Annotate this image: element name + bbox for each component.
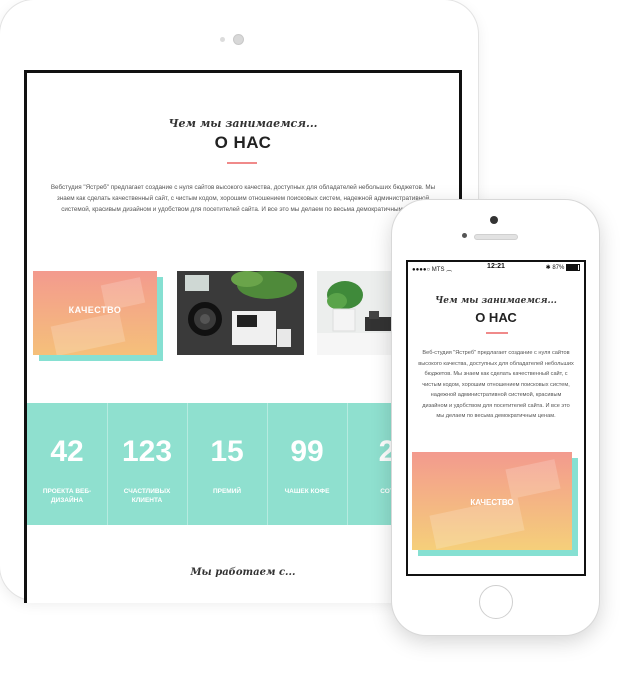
home-button[interactable] [479,585,513,619]
section-title: О НАС [214,133,272,152]
phone-screen: ●●●●○ MTS ︵ 12:21 ✱ 87% Чем мы занимаемс… [406,260,586,576]
quality-card-label: КАЧЕСТВО [68,305,122,315]
quality-card[interactable]: КАЧЕСТВО [412,452,572,550]
desk-photo-headphones[interactable] [177,271,304,355]
quality-card[interactable]: КАЧЕСТВО [33,271,157,355]
phone-speaker [474,234,518,240]
title-underline [227,162,257,164]
stat-clients: 123 СЧАСТЛИВЫХ КЛИЕНТА [107,403,188,525]
stat-caption: ПРОЕКТА ВЕБ-ДИЗАЙНА [42,488,92,504]
title-underline [486,332,508,334]
stat-number: 15 [210,435,244,468]
stat-caption: СЧАСТЛИВЫХ КЛИЕНТА [123,488,171,504]
tablet-sensor [220,37,225,42]
desk-photo-image [177,271,304,355]
stat-number: 42 [50,435,84,468]
about-paragraph: Веб-студия "Ястреб" предлагает создание … [418,350,574,419]
section-subtitle: Чем мы занимаемся... [168,117,318,130]
about-paragraph: Вебстудия "Ястреб" предлагает создание с… [50,184,436,213]
status-bar: ●●●●○ MTS ︵ 12:21 ✱ 87% [408,262,584,274]
quality-card-label: КАЧЕСТВО [470,498,514,507]
stat-caption: ПРЕМИЙ [212,488,242,495]
section-title: О НАС [475,310,517,325]
stat-caption: ЧАШЕК КОФЕ [284,488,330,495]
bluetooth-icon: ✱ [545,265,551,272]
battery-icon [566,264,580,271]
stat-projects: 42 ПРОЕКТА ВЕБ-ДИЗАЙНА [27,403,108,525]
phone-sensor [462,233,467,238]
battery-percent: 87% [552,265,565,272]
tablet-camera [233,34,244,45]
stat-number: 123 [121,435,173,468]
phone-device: ●●●●○ MTS ︵ 12:21 ✱ 87% Чем мы занимаемс… [392,200,599,635]
stat-coffee: 99 ЧАШЕК КОФЕ [267,403,348,525]
stat-number: 99 [290,435,324,468]
stat-awards: 15 ПРЕМИЙ [187,403,268,525]
status-right: ✱ 87% [546,264,580,271]
section-subtitle: Чем мы занимаемся... [435,296,557,306]
phone-camera [490,216,498,224]
